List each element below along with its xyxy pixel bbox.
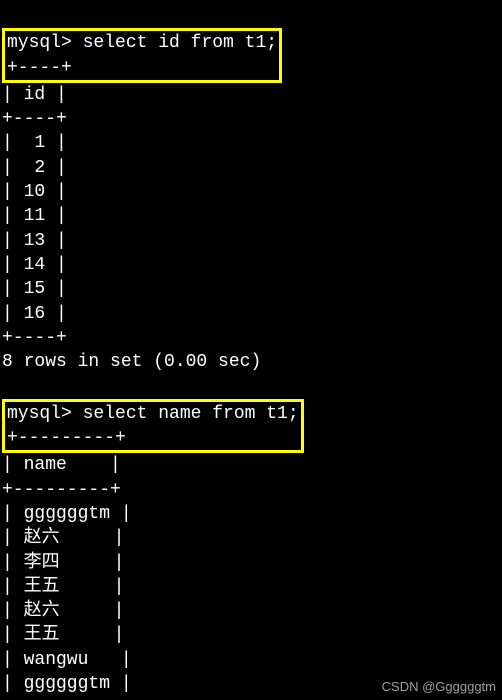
- table-row: | ggggggtm |: [2, 504, 132, 524]
- table-row: | 16 |: [2, 304, 67, 324]
- table-row: | 14 |: [2, 255, 67, 275]
- terminal-output: mysql> select id from t1; +----+ | id | …: [0, 0, 502, 700]
- highlight-box-2: mysql> select name from t1; +---------+: [2, 399, 304, 454]
- sql-command-1: select id from t1;: [83, 33, 277, 53]
- sql-command-2: select name from t1;: [83, 404, 299, 424]
- table-row: | 1 |: [2, 133, 67, 153]
- table-row: | wangwu |: [2, 650, 132, 670]
- highlight-box-1: mysql> select id from t1; +----+: [2, 28, 282, 83]
- border-line: +----+: [7, 58, 72, 78]
- mysql-prompt[interactable]: mysql>: [7, 33, 72, 53]
- watermark-text: CSDN @Ggggggtm: [382, 678, 496, 696]
- border-line: +----+: [2, 109, 67, 129]
- table-row: | 2 |: [2, 158, 67, 178]
- table-row: | 王五 |: [2, 625, 124, 645]
- table-row: | ggggggtm |: [2, 674, 132, 694]
- border-line: +----+: [2, 328, 67, 348]
- table-row: | 13 |: [2, 231, 67, 251]
- table-row: | 李四 |: [2, 553, 124, 573]
- column-header: | name |: [2, 455, 121, 475]
- table-row: | 10 |: [2, 182, 67, 202]
- border-line: +---------+: [7, 428, 126, 448]
- table-row: | 赵六 |: [2, 528, 124, 548]
- table-row: | 11 |: [2, 206, 67, 226]
- table-row: | 15 |: [2, 279, 67, 299]
- result-summary: 8 rows in set (0.00 sec): [2, 352, 261, 372]
- mysql-prompt[interactable]: mysql>: [7, 404, 72, 424]
- border-line: +---------+: [2, 480, 121, 500]
- column-header: | id |: [2, 85, 67, 105]
- table-row: | 赵六 |: [2, 601, 124, 621]
- table-row: | 王五 |: [2, 577, 124, 597]
